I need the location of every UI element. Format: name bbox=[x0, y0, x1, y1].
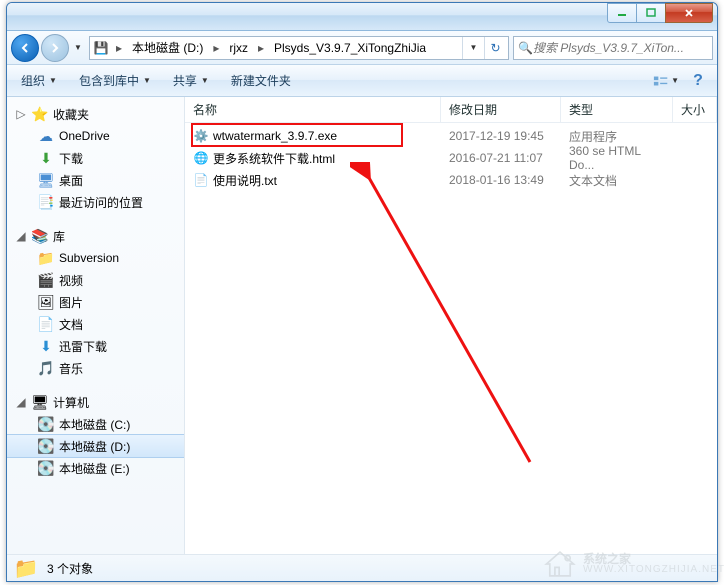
expand-icon: ◢ bbox=[15, 230, 27, 242]
status-bar: 📁 3 个对象 bbox=[7, 554, 717, 582]
file-row[interactable]: 🌐更多系统软件下载.html 2016-07-21 11:07 360 se H… bbox=[185, 147, 717, 169]
recent-node[interactable]: 📑最近访问的位置 bbox=[7, 191, 184, 213]
column-date[interactable]: 修改日期 bbox=[441, 97, 561, 122]
videos-node[interactable]: 🎬视频 bbox=[7, 269, 184, 291]
expand-icon: ◢ bbox=[15, 396, 27, 408]
window-controls bbox=[608, 3, 713, 23]
txt-icon: 📄 bbox=[193, 172, 209, 188]
file-list-pane: 名称 修改日期 类型 大小 ⚙️wtwatermark_3.9.7.exe 20… bbox=[185, 97, 717, 554]
breadcrumb-sep[interactable]: ▸ bbox=[112, 37, 126, 59]
nav-history-dropdown[interactable]: ▼ bbox=[71, 43, 85, 52]
computer-node[interactable]: ◢🖥计算机 bbox=[7, 391, 184, 413]
organize-menu[interactable]: 组织▼ bbox=[13, 69, 65, 92]
drive-d-node[interactable]: 💽本地磁盘 (D:) bbox=[7, 435, 184, 457]
address-dropdown[interactable]: ▼ bbox=[462, 37, 484, 59]
file-list: ⚙️wtwatermark_3.9.7.exe 2017-12-19 19:45… bbox=[185, 123, 717, 191]
forward-button[interactable] bbox=[41, 34, 69, 62]
library-icon: 📚 bbox=[31, 227, 49, 245]
explorer-body: ▷⭐收藏夹 ☁OneDrive ⬇下载 🖥桌面 📑最近访问的位置 ◢📚库 📁Su… bbox=[7, 97, 717, 554]
new-folder-button[interactable]: 新建文件夹 bbox=[223, 69, 299, 92]
hdd-icon: 💽 bbox=[37, 415, 55, 433]
view-options-button[interactable]: ▼ bbox=[653, 69, 679, 93]
include-in-library-menu[interactable]: 包含到库中▼ bbox=[71, 69, 159, 92]
html-icon: 🌐 bbox=[193, 150, 209, 166]
navigation-bar: ▼ 💾 ▸ 本地磁盘 (D:) ▸ rjxz ▸ Plsyds_V3.9.7_X… bbox=[7, 31, 717, 65]
xunlei-icon: ⬇ bbox=[37, 337, 55, 355]
onedrive-node[interactable]: ☁OneDrive bbox=[7, 125, 184, 147]
column-headers: 名称 修改日期 类型 大小 bbox=[185, 97, 717, 123]
svn-icon: 📁 bbox=[37, 249, 55, 267]
breadcrumb-item[interactable]: rjxz bbox=[225, 37, 252, 59]
share-menu[interactable]: 共享▼ bbox=[165, 69, 217, 92]
status-text: 3 个对象 bbox=[47, 560, 93, 577]
computer-icon: 🖥 bbox=[31, 393, 49, 411]
search-input[interactable] bbox=[533, 41, 708, 55]
explorer-window: ▼ 💾 ▸ 本地磁盘 (D:) ▸ rjxz ▸ Plsyds_V3.9.7_X… bbox=[6, 2, 718, 582]
collapse-icon: ▷ bbox=[15, 108, 27, 120]
file-row[interactable]: 📄使用说明.txt 2018-01-16 13:49 文本文档 bbox=[185, 169, 717, 191]
hdd-icon: 💽 bbox=[37, 459, 55, 477]
address-bar[interactable]: 💾 ▸ 本地磁盘 (D:) ▸ rjxz ▸ Plsyds_V3.9.7_XiT… bbox=[89, 36, 509, 60]
music-icon: 🎵 bbox=[37, 359, 55, 377]
drive-c-node[interactable]: 💽本地磁盘 (C:) bbox=[7, 413, 184, 435]
column-size[interactable]: 大小 bbox=[673, 97, 717, 122]
documents-node[interactable]: 📄文档 bbox=[7, 313, 184, 335]
drive-e-node[interactable]: 💽本地磁盘 (E:) bbox=[7, 457, 184, 479]
video-icon: 🎬 bbox=[37, 271, 55, 289]
pictures-node[interactable]: 🖼图片 bbox=[7, 291, 184, 313]
xunlei-node[interactable]: ⬇迅雷下载 bbox=[7, 335, 184, 357]
breadcrumb-item[interactable]: Plsyds_V3.9.7_XiTongZhiJia bbox=[270, 37, 430, 59]
navigation-pane: ▷⭐收藏夹 ☁OneDrive ⬇下载 🖥桌面 📑最近访问的位置 ◢📚库 📁Su… bbox=[7, 97, 185, 554]
search-icon: 🔍 bbox=[518, 41, 533, 55]
refresh-button[interactable]: ↻ bbox=[484, 37, 506, 59]
hdd-icon: 💾 bbox=[92, 41, 110, 55]
maximize-button[interactable] bbox=[636, 3, 666, 23]
music-node[interactable]: 🎵音乐 bbox=[7, 357, 184, 379]
favorites-node[interactable]: ▷⭐收藏夹 bbox=[7, 103, 184, 125]
star-icon: ⭐ bbox=[31, 105, 49, 123]
command-bar: 组织▼ 包含到库中▼ 共享▼ 新建文件夹 ▼ ? bbox=[7, 65, 717, 97]
pictures-icon: 🖼 bbox=[37, 293, 55, 311]
nav-arrows: ▼ bbox=[11, 34, 85, 62]
folder-icon: 📁 bbox=[15, 558, 37, 580]
breadcrumb-item[interactable]: 本地磁盘 (D:) bbox=[128, 37, 207, 59]
libraries-node[interactable]: ◢📚库 bbox=[7, 225, 184, 247]
downloads-node[interactable]: ⬇下载 bbox=[7, 147, 184, 169]
minimize-button[interactable] bbox=[607, 3, 637, 23]
column-name[interactable]: 名称 bbox=[185, 97, 441, 122]
help-button[interactable]: ? bbox=[685, 69, 711, 93]
breadcrumb-sep[interactable]: ▸ bbox=[254, 37, 268, 59]
back-button[interactable] bbox=[11, 34, 39, 62]
desktop-icon: 🖥 bbox=[37, 171, 55, 189]
column-type[interactable]: 类型 bbox=[561, 97, 673, 122]
close-button[interactable] bbox=[665, 3, 713, 23]
cloud-icon: ☁ bbox=[37, 127, 55, 145]
documents-icon: 📄 bbox=[37, 315, 55, 333]
recent-icon: 📑 bbox=[37, 193, 55, 211]
search-box[interactable]: 🔍 bbox=[513, 36, 713, 60]
subversion-node[interactable]: 📁Subversion bbox=[7, 247, 184, 269]
desktop-node[interactable]: 🖥桌面 bbox=[7, 169, 184, 191]
hdd-icon: 💽 bbox=[37, 437, 55, 455]
exe-icon: ⚙️ bbox=[193, 128, 209, 144]
titlebar bbox=[7, 3, 717, 31]
breadcrumb-sep[interactable]: ▸ bbox=[209, 37, 223, 59]
download-icon: ⬇ bbox=[37, 149, 55, 167]
